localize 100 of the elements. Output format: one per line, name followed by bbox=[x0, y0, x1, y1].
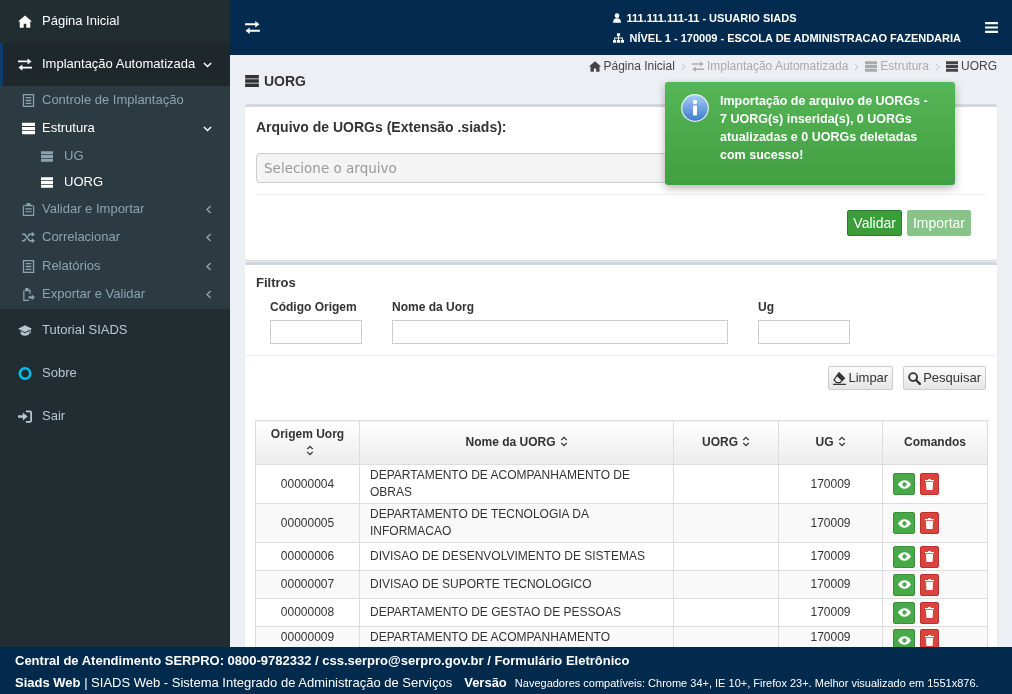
list-icon bbox=[22, 259, 35, 273]
sidebar-item[interactable]: Exportar e Validar bbox=[0, 280, 230, 309]
delete-button[interactable] bbox=[920, 629, 939, 647]
view-button[interactable] bbox=[893, 512, 915, 534]
sign-in-icon bbox=[18, 410, 32, 423]
breadcrumb-link[interactable]: UORG bbox=[946, 59, 997, 75]
eye-icon bbox=[897, 608, 911, 617]
unit-name: NÍVEL 1 - 170009 - ESCOLA DE ADMINISTRACAO FAZENDARIA bbox=[629, 30, 961, 46]
table-cell: 00000007 bbox=[255, 570, 360, 599]
eye-icon bbox=[897, 479, 911, 489]
table-cell: DEPARTAMENTO DE ACOMPANHAMENTO DE OBRAS bbox=[359, 464, 674, 504]
sidebar-item[interactable]: Estrutura bbox=[0, 114, 230, 143]
graduation-cap-icon bbox=[18, 324, 32, 337]
sidebar-item[interactable]: UORG bbox=[0, 169, 230, 195]
field-label: Ug bbox=[758, 299, 775, 315]
table-cell: DEPARTAMENTO DE TECNOLOGIA DA INFORMACAO bbox=[359, 503, 674, 543]
input-field[interactable] bbox=[758, 320, 850, 344]
field-label: Código Origem bbox=[270, 299, 358, 315]
table-cell: 170009 bbox=[778, 464, 883, 504]
trash-icon bbox=[925, 579, 934, 590]
column-header[interactable]: UORG bbox=[673, 420, 779, 465]
trash-icon bbox=[925, 517, 934, 529]
sidebar-item[interactable]: Tutorial SIADS bbox=[0, 309, 230, 352]
trash-icon bbox=[925, 478, 934, 490]
view-button[interactable] bbox=[893, 473, 915, 495]
table-cell: DEPARTAMENTO DE ACOMPANHAMENTO bbox=[359, 626, 674, 647]
server-icon bbox=[245, 75, 259, 88]
list-icon bbox=[22, 93, 35, 107]
sidebar-item[interactable]: Correlacionar bbox=[0, 223, 230, 252]
browser-note: Navegadores compatíveis: Chrome 34+, IE 10+, Firefox 23+. Melhor visualizado em 1551x876. bbox=[514, 676, 979, 691]
sort-icon bbox=[742, 436, 750, 447]
circle-icon bbox=[18, 367, 32, 380]
shuffle-icon bbox=[22, 231, 35, 245]
sidebar-item[interactable]: Sobre bbox=[0, 352, 230, 395]
filter-title: Filtros bbox=[256, 275, 297, 291]
sort-icon bbox=[305, 444, 314, 456]
input-field[interactable] bbox=[270, 320, 362, 344]
menu-icon[interactable] bbox=[985, 22, 998, 33]
eye-icon bbox=[897, 580, 911, 589]
info-icon bbox=[681, 94, 709, 122]
view-button[interactable] bbox=[893, 601, 915, 624]
input-field[interactable] bbox=[392, 320, 728, 344]
table-cell: 00000004 bbox=[255, 464, 360, 504]
server-icon bbox=[22, 122, 35, 136]
table-cell: 170009 bbox=[778, 570, 883, 599]
exchange-icon bbox=[18, 58, 32, 71]
exchange-icon[interactable] bbox=[245, 21, 260, 34]
table-cell: 00000006 bbox=[255, 542, 360, 571]
clear-button[interactable]: Limpar bbox=[828, 366, 894, 390]
column-header[interactable]: Nome da UORG bbox=[359, 420, 674, 465]
sidebar-item[interactable]: Sair bbox=[0, 395, 230, 438]
exchange-icon bbox=[691, 61, 704, 73]
trash-icon bbox=[925, 607, 934, 618]
version-label: Versão bbox=[464, 674, 507, 692]
table-cell: 00000005 bbox=[255, 503, 360, 543]
sort-icon bbox=[837, 436, 846, 447]
delete-button[interactable] bbox=[920, 601, 939, 624]
delete-button[interactable] bbox=[920, 545, 939, 568]
trash-icon bbox=[925, 634, 934, 646]
server-icon bbox=[946, 61, 958, 73]
table-cell: 00000009 bbox=[255, 626, 360, 647]
sidebar-item[interactable]: Validar e Importar bbox=[0, 195, 230, 224]
view-button[interactable] bbox=[893, 573, 915, 596]
sidebar-item[interactable]: UG bbox=[0, 143, 230, 169]
field-label: Nome da Uorg bbox=[392, 299, 475, 315]
eye-icon bbox=[897, 635, 911, 645]
delete-button[interactable] bbox=[920, 512, 939, 534]
sort-icon bbox=[559, 436, 568, 447]
delete-button[interactable] bbox=[920, 573, 939, 596]
view-button[interactable] bbox=[893, 629, 915, 647]
server-icon bbox=[41, 150, 53, 162]
view-button[interactable] bbox=[893, 545, 915, 568]
column-header: Comandos bbox=[882, 420, 988, 465]
column-header[interactable]: Origem Uorg bbox=[255, 420, 360, 465]
eraser-icon bbox=[833, 371, 847, 385]
sidebar-item[interactable]: Controle de Implantação bbox=[0, 86, 230, 115]
chevron-right-icon bbox=[935, 62, 940, 71]
search-icon bbox=[908, 371, 922, 385]
user-name: 111.111.111-11 - USUARIO SIADS bbox=[626, 10, 797, 26]
sitemap-icon bbox=[612, 32, 624, 43]
sidebar-item[interactable]: Implantação Automatizada bbox=[0, 43, 230, 86]
breadcrumb-link[interactable]: Página Inicial bbox=[588, 59, 675, 75]
clipboard-icon bbox=[22, 202, 35, 216]
eye-icon bbox=[897, 518, 911, 528]
sidebar-item[interactable]: Relatórios bbox=[0, 252, 230, 281]
user-icon bbox=[612, 12, 621, 23]
delete-button[interactable] bbox=[920, 473, 939, 495]
search-button[interactable]: Pesquisar bbox=[903, 366, 986, 390]
table-cell: 170009 bbox=[778, 542, 883, 571]
column-header[interactable]: UG bbox=[778, 420, 883, 465]
chevron-right-icon bbox=[680, 62, 686, 71]
page-title: UORG bbox=[264, 73, 306, 90]
sidebar-item[interactable]: Página Inicial bbox=[0, 0, 230, 43]
server-icon bbox=[865, 61, 878, 73]
table-cell: DIVISAO DE DESENVOLVIMENTO DE SISTEMAS bbox=[359, 542, 674, 571]
table-cell: DEPARTAMENTO DE GESTAO DE PESSOAS bbox=[359, 598, 674, 627]
table-cell: DIVISAO DE SUPORTE TECNOLOGICO bbox=[359, 570, 674, 599]
table-cell: 00000008 bbox=[255, 598, 360, 627]
table-cell: 170009 bbox=[778, 598, 883, 627]
chevron-right-icon bbox=[854, 62, 860, 71]
